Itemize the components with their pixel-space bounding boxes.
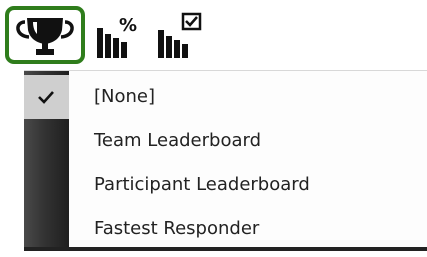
percent-chart-button[interactable]: % [95,6,141,64]
toolbar: % [0,0,427,72]
menu-item-fastest-responder[interactable]: Fastest Responder [24,207,427,251]
check-cell [24,75,69,119]
menu-item-label: Participant Leaderboard [94,174,310,195]
bar-chart-percent-icon: % [97,15,137,58]
bar-chart-check-icon [158,12,202,58]
trophy-icon [16,18,74,55]
menu-bottom-edge [24,247,427,251]
leaderboard-dropdown-menu: [None] Team Leaderboard Participant Lead… [24,70,427,249]
menu-item-participant-leaderboard[interactable]: Participant Leaderboard [24,163,427,207]
menu-item-label: Fastest Responder [94,218,260,239]
check-chart-button[interactable] [156,6,206,64]
percent-glyph: % [119,15,137,36]
menu-item-team-leaderboard[interactable]: Team Leaderboard [24,119,427,163]
checkmark-icon [38,91,54,104]
leaderboard-button[interactable] [5,6,85,64]
menu-item-label: Team Leaderboard [94,130,261,151]
menu-item-label: [None] [94,86,156,107]
menu-item-none[interactable]: [None] [24,75,427,119]
